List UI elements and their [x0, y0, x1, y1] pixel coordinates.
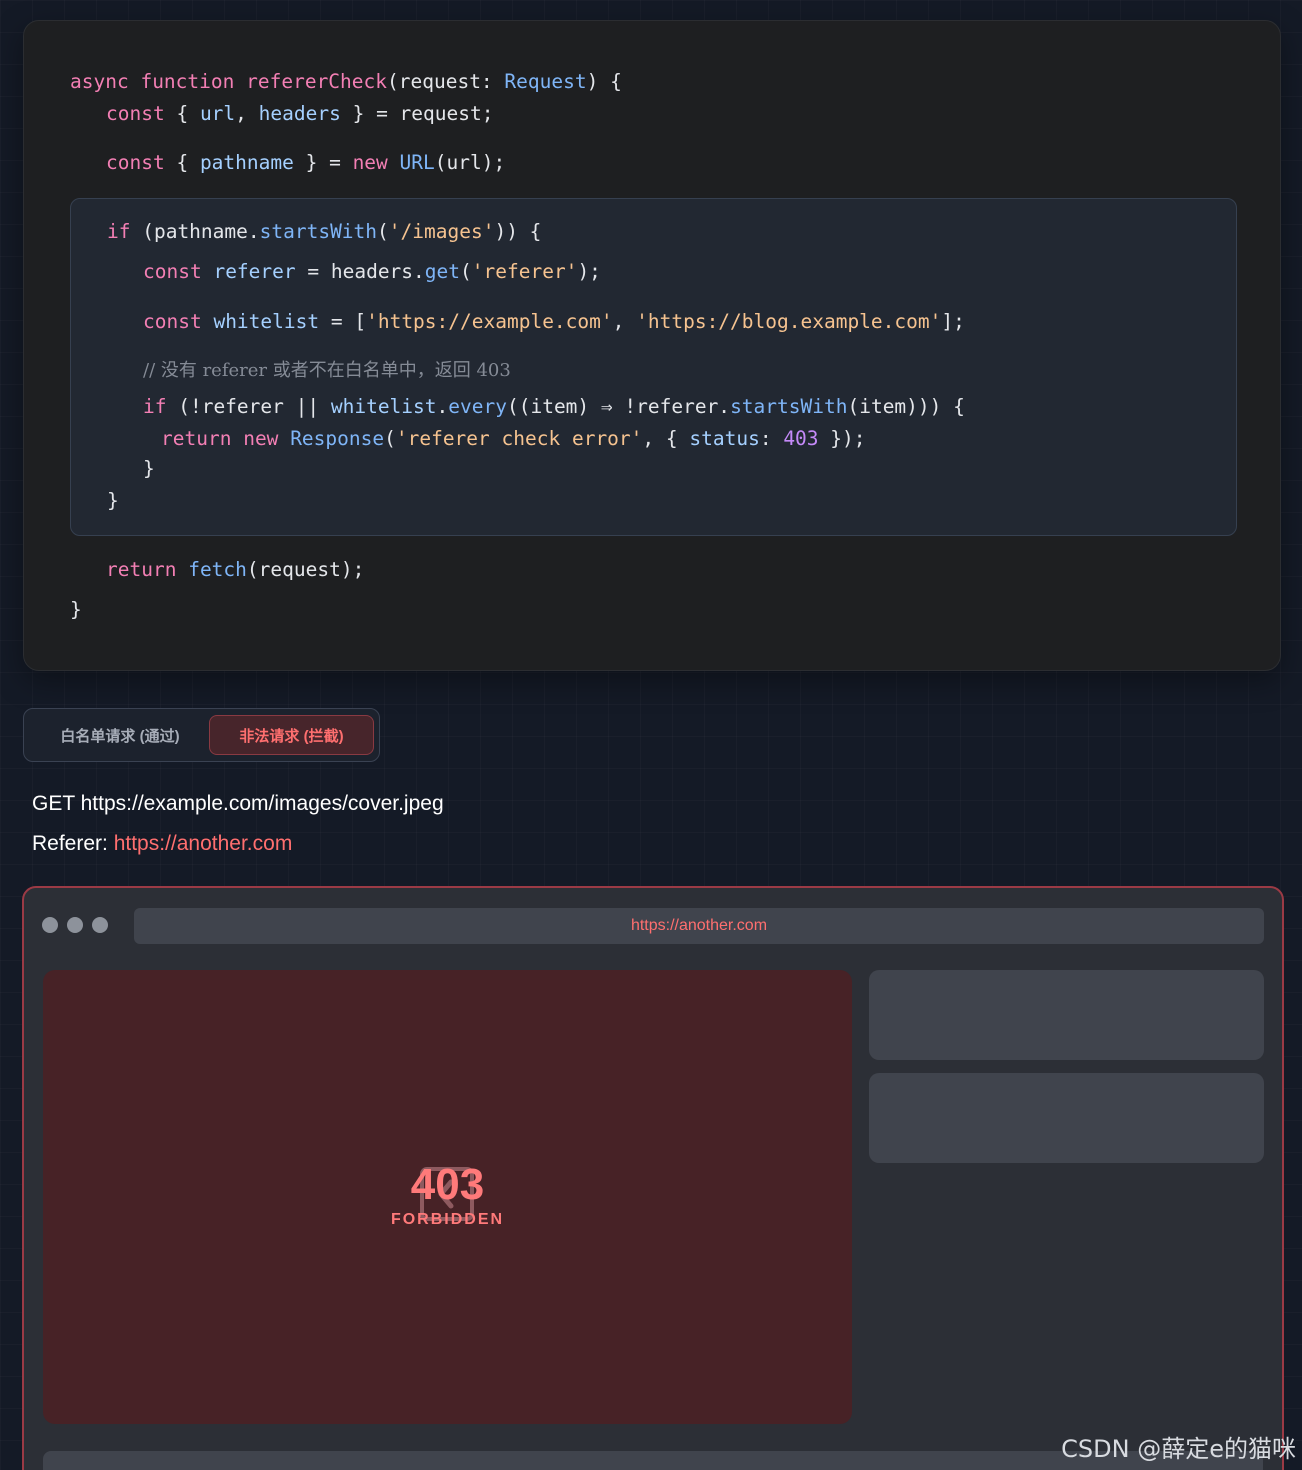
- error-text: FORBIDDEN: [390, 1211, 505, 1228]
- referer-value: https://another.com: [113, 832, 293, 855]
- code-line-8: if (!referer || whitelist.every((item) ⇒…: [143, 395, 965, 418]
- code-line-9: return new Response('referer check error…: [161, 427, 866, 450]
- code-line-5: const referer = headers.get('referer');: [143, 260, 601, 283]
- request-line: GET https://example.com/images/cover.jpe…: [32, 792, 444, 815]
- window-dot-1: [42, 917, 58, 933]
- error-code: 403: [410, 1160, 485, 1209]
- window-dot-3: [92, 917, 108, 933]
- code-line-3: const { pathname } = new URL(url);: [106, 151, 506, 174]
- code-line-12: return fetch(request);: [106, 558, 365, 581]
- window-dot-2: [67, 917, 83, 933]
- whitelist-request-button[interactable]: 白名单请求 (通过): [32, 715, 208, 755]
- code-line-10: }: [143, 457, 155, 480]
- code-line-11: }: [107, 489, 119, 512]
- illegal-request-button[interactable]: 非法请求 (拦截): [209, 715, 374, 755]
- code-line-4: if (pathname.startsWith('/images')) {: [107, 220, 542, 243]
- mock-browser-window: https://another.com 403 FORBIDDEN: [22, 886, 1284, 1470]
- code-line-6: const whitelist = ['https://example.com'…: [143, 310, 965, 333]
- referer-line: Referer: https://another.com: [32, 832, 292, 856]
- address-bar[interactable]: https://another.com: [134, 908, 1264, 944]
- blocked-image-area: 403 FORBIDDEN: [43, 970, 852, 1424]
- code-line-1: async function refererCheck(request: Req…: [70, 70, 622, 93]
- sidebar-placeholder-1: [869, 970, 1264, 1060]
- code-line-13: }: [70, 598, 82, 621]
- request-mode-toggle: 白名单请求 (通过) 非法请求 (拦截): [23, 708, 380, 762]
- code-comment: // 没有 referer 或者不在白名单中，返回 403: [143, 360, 511, 381]
- code-card: async function refererCheck(request: Req…: [23, 20, 1281, 671]
- sidebar-placeholder-2: [869, 1073, 1264, 1163]
- referer-label: Referer:: [32, 832, 114, 855]
- code-line-2: const { url, headers } = request;: [106, 102, 494, 125]
- watermark: CSDN @薛定e的猫咪: [1061, 1435, 1296, 1463]
